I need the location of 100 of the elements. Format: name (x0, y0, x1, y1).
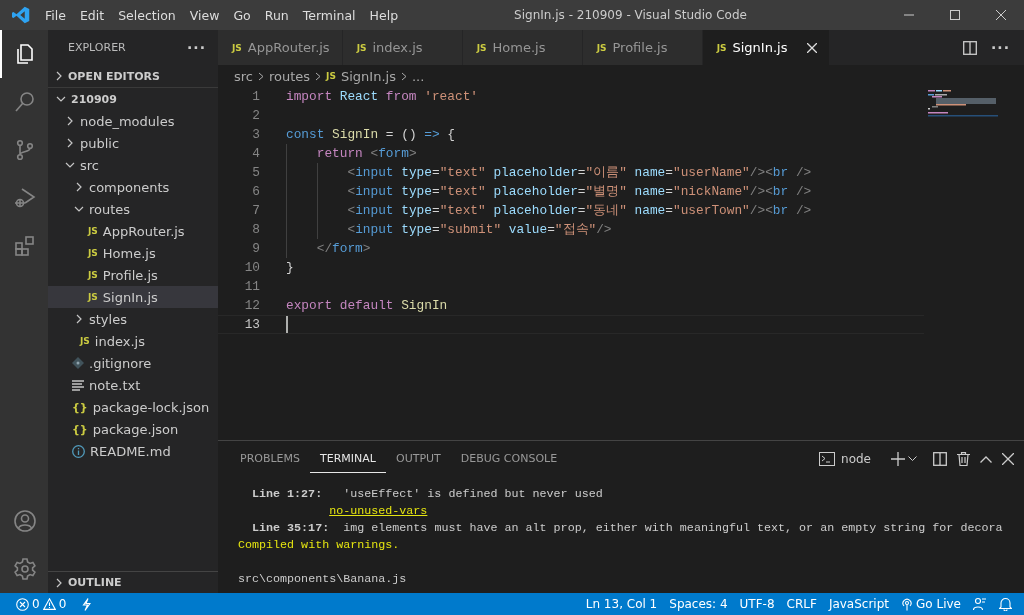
line-number: 13 (243, 317, 260, 332)
status-item[interactable]: Ln 13, Col 1 (579, 593, 664, 615)
menu-item[interactable]: Help (362, 0, 406, 30)
split-editor-icon[interactable] (963, 40, 978, 55)
file-type-icon: JS (88, 226, 98, 236)
code-line: } (286, 260, 294, 275)
file-type-icon: JS (80, 336, 90, 346)
chevron-up-icon[interactable] (980, 455, 992, 463)
broadcast-icon (901, 597, 914, 611)
tree-folder-row[interactable]: src (48, 154, 218, 176)
menu-item[interactable]: Go (226, 0, 258, 30)
chevron-right-icon (65, 116, 75, 126)
close-icon[interactable] (1002, 453, 1014, 465)
status-item[interactable]: UTF-8 (733, 593, 781, 615)
tree-folder-row[interactable]: 210909 (48, 88, 218, 110)
extensions-icon (13, 234, 37, 258)
chevron-down-icon (56, 94, 66, 104)
chevron-right-icon (54, 577, 64, 588)
tree-file-row[interactable]: JS SignIn.js (48, 286, 218, 308)
code-line: <input type="submit" value="접속"/> (346, 221, 612, 238)
terminal-dropdown[interactable]: node (819, 452, 871, 466)
go-live-button[interactable]: Go Live (895, 593, 967, 615)
menu-item[interactable]: File (38, 0, 73, 30)
breadcrumb-item[interactable]: src (234, 68, 253, 84)
menu-item[interactable]: Run (257, 0, 296, 30)
info-icon (72, 444, 85, 458)
status-item[interactable]: JavaScript (822, 593, 896, 615)
code-line: <input type="text" placeholder="동네" name="userTown"/><br /> (346, 202, 812, 219)
file-type-icon: JS (232, 42, 242, 53)
chevron-down-icon (65, 160, 75, 170)
chevron-right-icon (315, 71, 322, 81)
tree-folder-row[interactable]: styles (48, 308, 218, 330)
editor-tab[interactable]: JS Profile.js (582, 30, 703, 65)
status-item[interactable]: Spaces: 4 (663, 593, 734, 615)
sidebar-title: EXPLORER (68, 41, 126, 54)
line-number: 1 (251, 89, 260, 104)
breadcrumb-item[interactable]: JS SignIn.js (326, 68, 396, 84)
tree-file-row[interactable]: JS index.js (48, 330, 218, 352)
more-actions-button[interactable]: ··· (187, 39, 206, 56)
code-line: const SignIn = () => { (286, 127, 455, 142)
panel-tab[interactable]: DEBUG CONSOLE (450, 445, 568, 473)
lightning-icon[interactable] (82, 597, 92, 611)
file-type-icon: JS (88, 292, 98, 302)
terminal-icon (819, 452, 836, 466)
chevron-down-icon[interactable] (908, 456, 917, 462)
menu-item[interactable]: View (182, 0, 227, 30)
file-type-icon: JS (88, 248, 98, 258)
section-header[interactable]: OPEN EDITORS (48, 65, 218, 87)
editor-tab[interactable]: JS Home.js (462, 30, 583, 65)
breadcrumb-item[interactable]: ... (411, 68, 425, 84)
code-line: return <form> (315, 146, 417, 161)
plus-icon[interactable] (891, 452, 905, 466)
file-type-icon: {} (72, 400, 88, 414)
tree-file-row[interactable]: note.txt (48, 374, 218, 396)
line-number: 9 (251, 241, 260, 256)
line-number: 2 (251, 108, 260, 123)
tree-folder-row[interactable]: routes (48, 198, 218, 220)
file-type-icon: JS (88, 270, 98, 280)
panel-tab[interactable]: PROBLEMS (230, 445, 311, 473)
file-type-icon: JS (476, 42, 487, 53)
warning-icon (42, 598, 56, 610)
account-icon (13, 509, 37, 533)
chevron-right-icon (258, 71, 264, 81)
menu-item[interactable]: Edit (72, 0, 112, 30)
diamond-icon (72, 357, 84, 369)
tree-file-row[interactable]: {} package-lock.json (48, 396, 218, 418)
tree-file-row[interactable]: .gitignore (48, 352, 218, 374)
split-terminal-icon[interactable] (933, 452, 947, 466)
menu-item[interactable]: Selection (111, 0, 183, 30)
chevron-right-icon (74, 314, 84, 324)
panel-tab[interactable]: TERMINAL (310, 445, 386, 473)
status-item[interactable]: CRLF (780, 593, 823, 615)
problems-status[interactable]: 0 0 (10, 593, 73, 615)
tree-folder-row[interactable]: components (48, 176, 218, 198)
tree-folder-row[interactable]: public (48, 132, 218, 154)
editor-tab[interactable]: JS index.js (342, 30, 463, 65)
trash-icon[interactable] (957, 452, 970, 466)
breadcrumb-item[interactable]: routes (269, 68, 311, 84)
code-line: </form> (315, 241, 371, 256)
tree-file-row[interactable]: JS Home.js (48, 242, 218, 264)
line-number: 10 (243, 260, 260, 275)
chevron-down-icon (74, 204, 84, 214)
tree-file-row[interactable]: JS AppRouter.js (48, 220, 218, 242)
line-number: 11 (243, 279, 260, 294)
line-number: 8 (251, 222, 260, 237)
chevron-right-icon (65, 138, 75, 148)
tree-file-row[interactable]: {} package.json (48, 418, 218, 440)
tree-folder-row[interactable]: node_modules (48, 110, 218, 132)
file-type-icon: JS (716, 42, 727, 53)
editor-tab[interactable]: JS AppRouter.js (218, 30, 343, 65)
editor-tab[interactable]: JS SignIn.js (702, 30, 831, 65)
tree-file-row[interactable]: JS Profile.js (48, 264, 218, 286)
panel-tab[interactable]: OUTPUT (386, 445, 451, 473)
more-actions-button[interactable]: ··· (991, 39, 1010, 56)
menu-item[interactable]: Terminal (295, 0, 363, 30)
maximize-icon (950, 10, 960, 20)
window-title: SignIn.js - 210909 - Visual Studio Code (513, 8, 748, 22)
tree-file-row[interactable]: README.md (48, 440, 218, 462)
settings-icon (13, 557, 37, 581)
line-number: 7 (251, 203, 260, 218)
